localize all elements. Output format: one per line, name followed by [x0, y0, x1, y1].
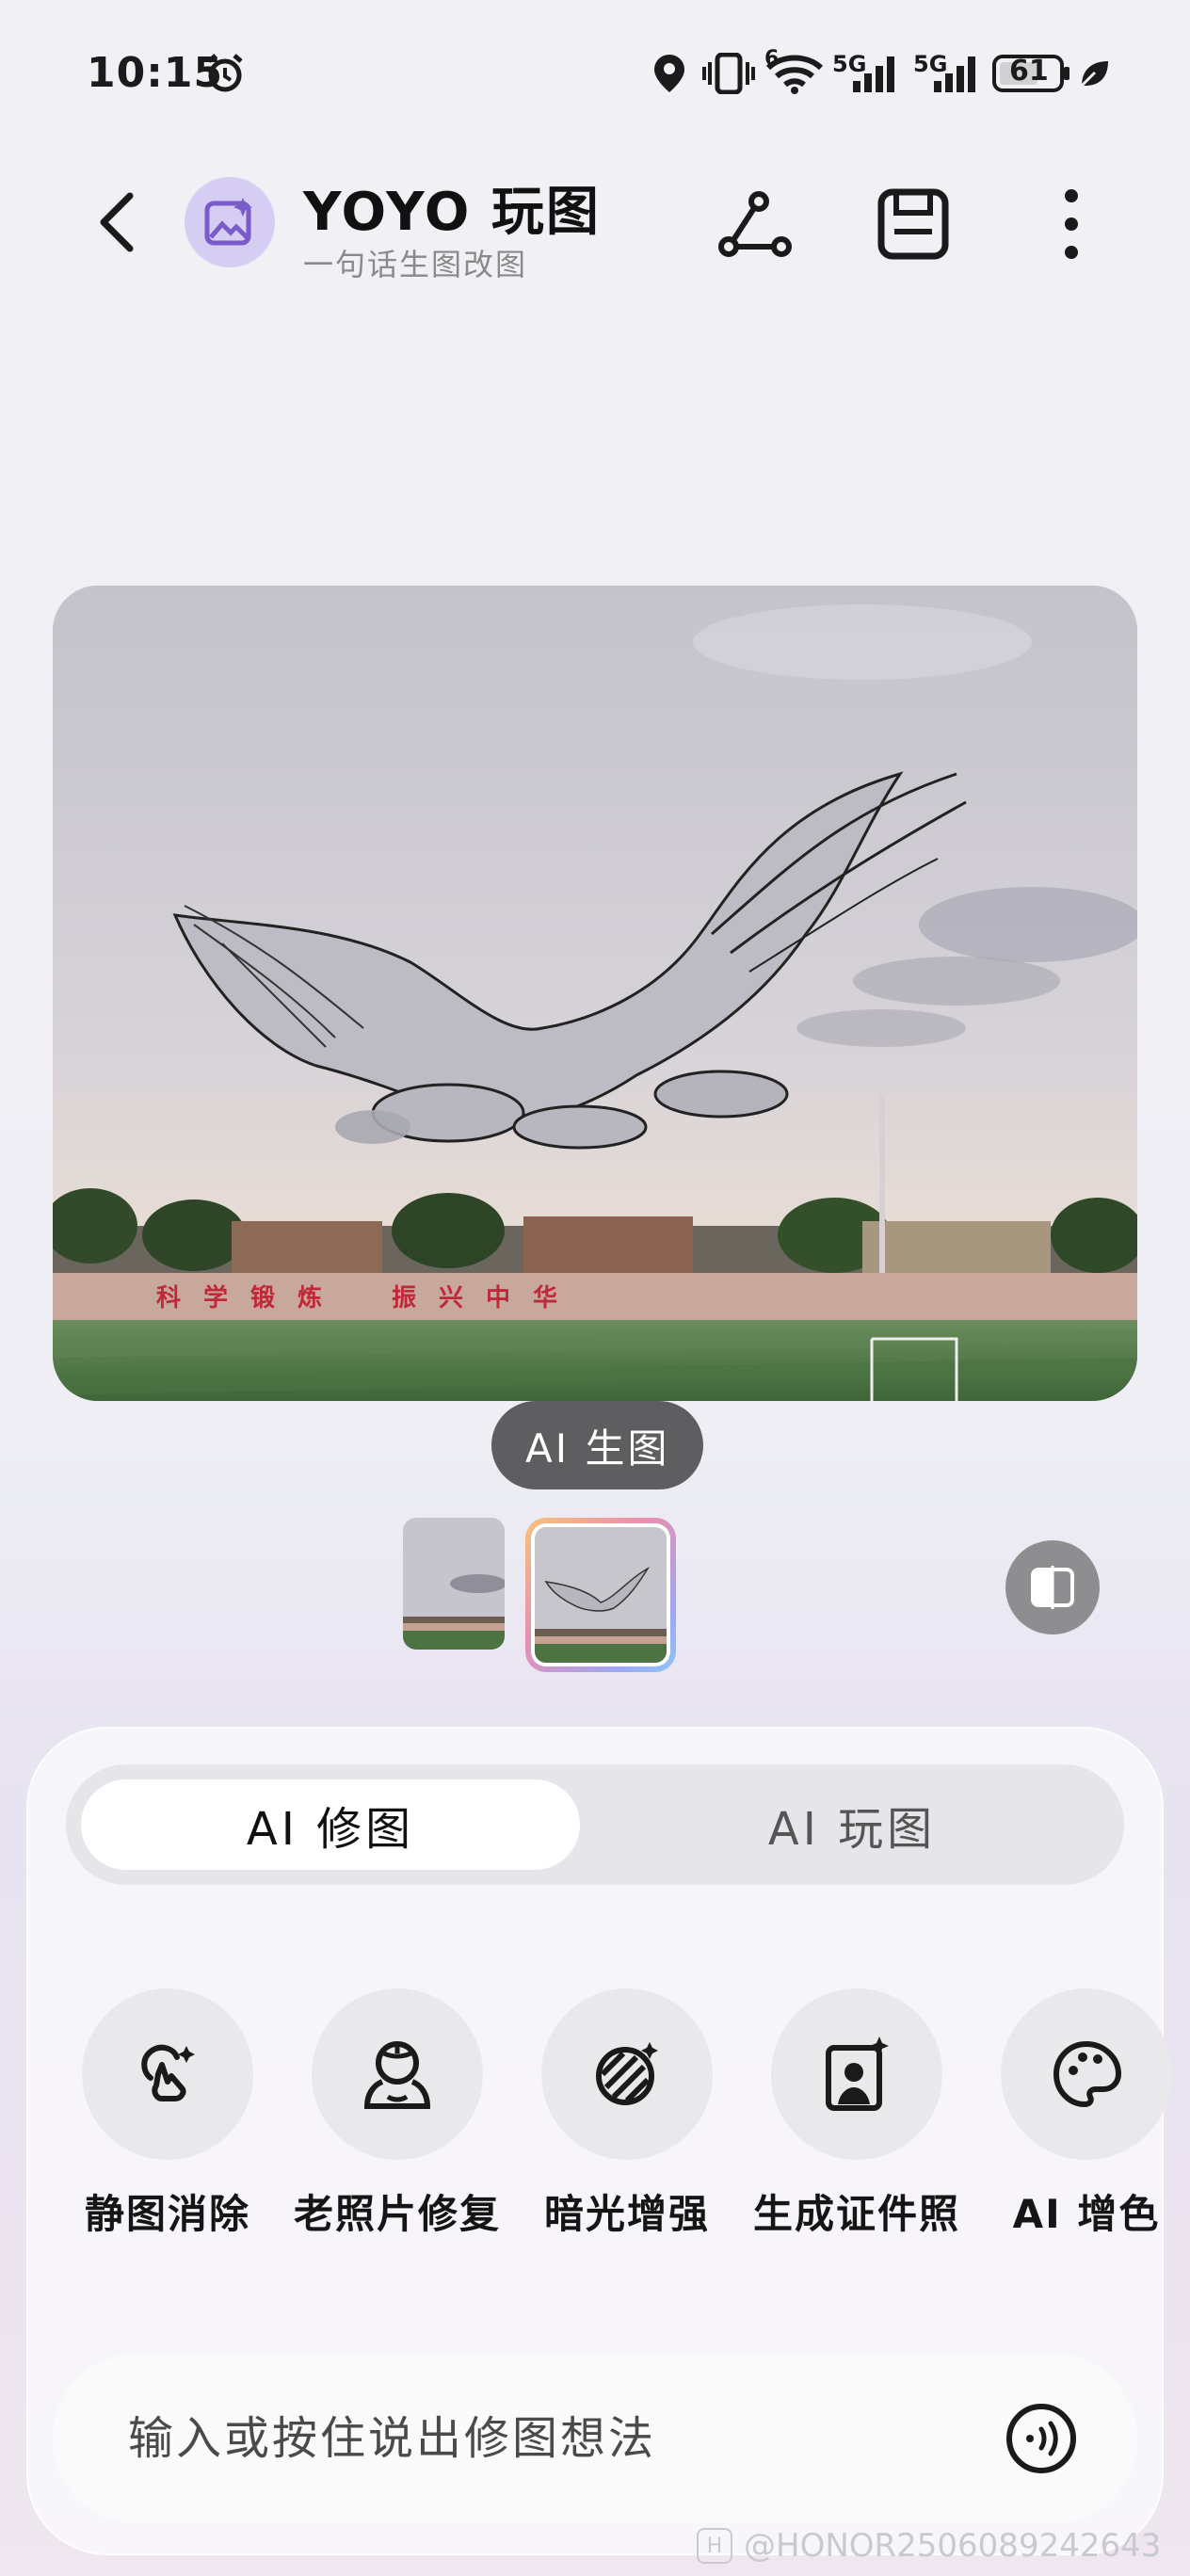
banner-char: 中 [486, 1284, 510, 1312]
honor-logo-icon: H [697, 2528, 732, 2564]
erase-icon-circle [82, 1988, 253, 2160]
id-photo-icon-circle [771, 1988, 942, 2160]
tool-object-erase[interactable]: 静图消除 [73, 1988, 262, 2241]
back-button[interactable] [87, 181, 147, 264]
app-logo [185, 177, 275, 267]
banner-char: 振 [392, 1284, 416, 1312]
thumbnail-original[interactable] [403, 1518, 505, 1650]
thumbnail-image [535, 1527, 667, 1663]
tab-ai-play[interactable]: AI 玩图 [595, 1779, 1109, 1870]
tab-ai-retouch[interactable]: AI 修图 [81, 1779, 580, 1870]
tool-label: 静图消除 [84, 2191, 250, 2237]
voice-input-button[interactable] [996, 2393, 1086, 2484]
share-icon [718, 191, 792, 257]
banner-char: 学 [203, 1283, 228, 1312]
erase-icon [141, 2044, 195, 2101]
low-light-icon [596, 2042, 658, 2105]
compare-icon [1031, 1566, 1074, 1609]
save-button[interactable] [868, 179, 958, 269]
more-icon [1065, 189, 1078, 259]
tool-low-light-enhance[interactable]: 暗光增强 [533, 1988, 721, 2241]
low-light-icon-circle [541, 1988, 713, 2160]
location-icon [650, 53, 689, 94]
signal-icon [828, 53, 904, 94]
tool-ai-colorize[interactable]: AI 增色 [992, 1988, 1181, 2241]
battery-level: 61 [1009, 55, 1049, 88]
page-subtitle: 一句话生图改图 [303, 247, 528, 282]
portrait-restore-icon [363, 2041, 431, 2109]
palette-icon-circle [1001, 1988, 1172, 2160]
more-button[interactable] [1026, 179, 1117, 269]
back-icon [100, 192, 134, 252]
banner-char: 科 [156, 1284, 181, 1312]
share-button[interactable] [710, 179, 800, 269]
tool-label: 生成证件照 [753, 2191, 961, 2237]
image-preview[interactable]: 科 学 锻 炼 振 兴 中 华 [53, 586, 1137, 1401]
thumbnail-generated[interactable] [525, 1518, 676, 1672]
prompt-input-bar [53, 2354, 1137, 2523]
compare-button[interactable] [1005, 1540, 1100, 1634]
tool-label: 老照片修复 [294, 2191, 502, 2237]
ai-generate-chip[interactable]: AI 生图 [491, 1401, 704, 1489]
tool-label: AI 增色 [1012, 2191, 1161, 2237]
save-icon [877, 188, 949, 260]
status-bar: 10:15 6 5G 5G 61 [0, 0, 1190, 151]
tool-id-photo[interactable]: 生成证件照 [753, 1988, 958, 2241]
app-logo-icon [204, 198, 252, 246]
banner-char: 锻 [250, 1283, 275, 1312]
watermark: H @HONOR2506089242643 [697, 2527, 1161, 2565]
page-title: YOYO 玩图 [303, 182, 601, 243]
preview-photo: 科 学 锻 炼 振 兴 中 华 [53, 586, 1137, 1401]
banner-char: 炼 [298, 1284, 322, 1312]
palette-icon [1053, 2040, 1122, 2108]
eco-leaf-icon [1077, 53, 1111, 94]
voice-icon [1006, 2404, 1076, 2473]
prompt-input[interactable] [128, 2412, 996, 2465]
banner-char: 华 [533, 1283, 557, 1312]
banner-char: 兴 [439, 1284, 463, 1312]
vibrate-icon [700, 53, 757, 94]
tool-old-photo-restore[interactable]: 老照片修复 [294, 1988, 499, 2241]
alarm-icon [201, 53, 249, 94]
thumbnail-image [403, 1518, 505, 1650]
tool-label: 暗光增强 [543, 2191, 710, 2237]
watermark-text: @HONOR2506089242643 [744, 2527, 1162, 2565]
wifi-label: 6 [764, 47, 780, 71]
portrait-restore-icon-circle [312, 1988, 483, 2160]
id-photo-icon [826, 2037, 889, 2111]
signal-icon [909, 53, 985, 94]
